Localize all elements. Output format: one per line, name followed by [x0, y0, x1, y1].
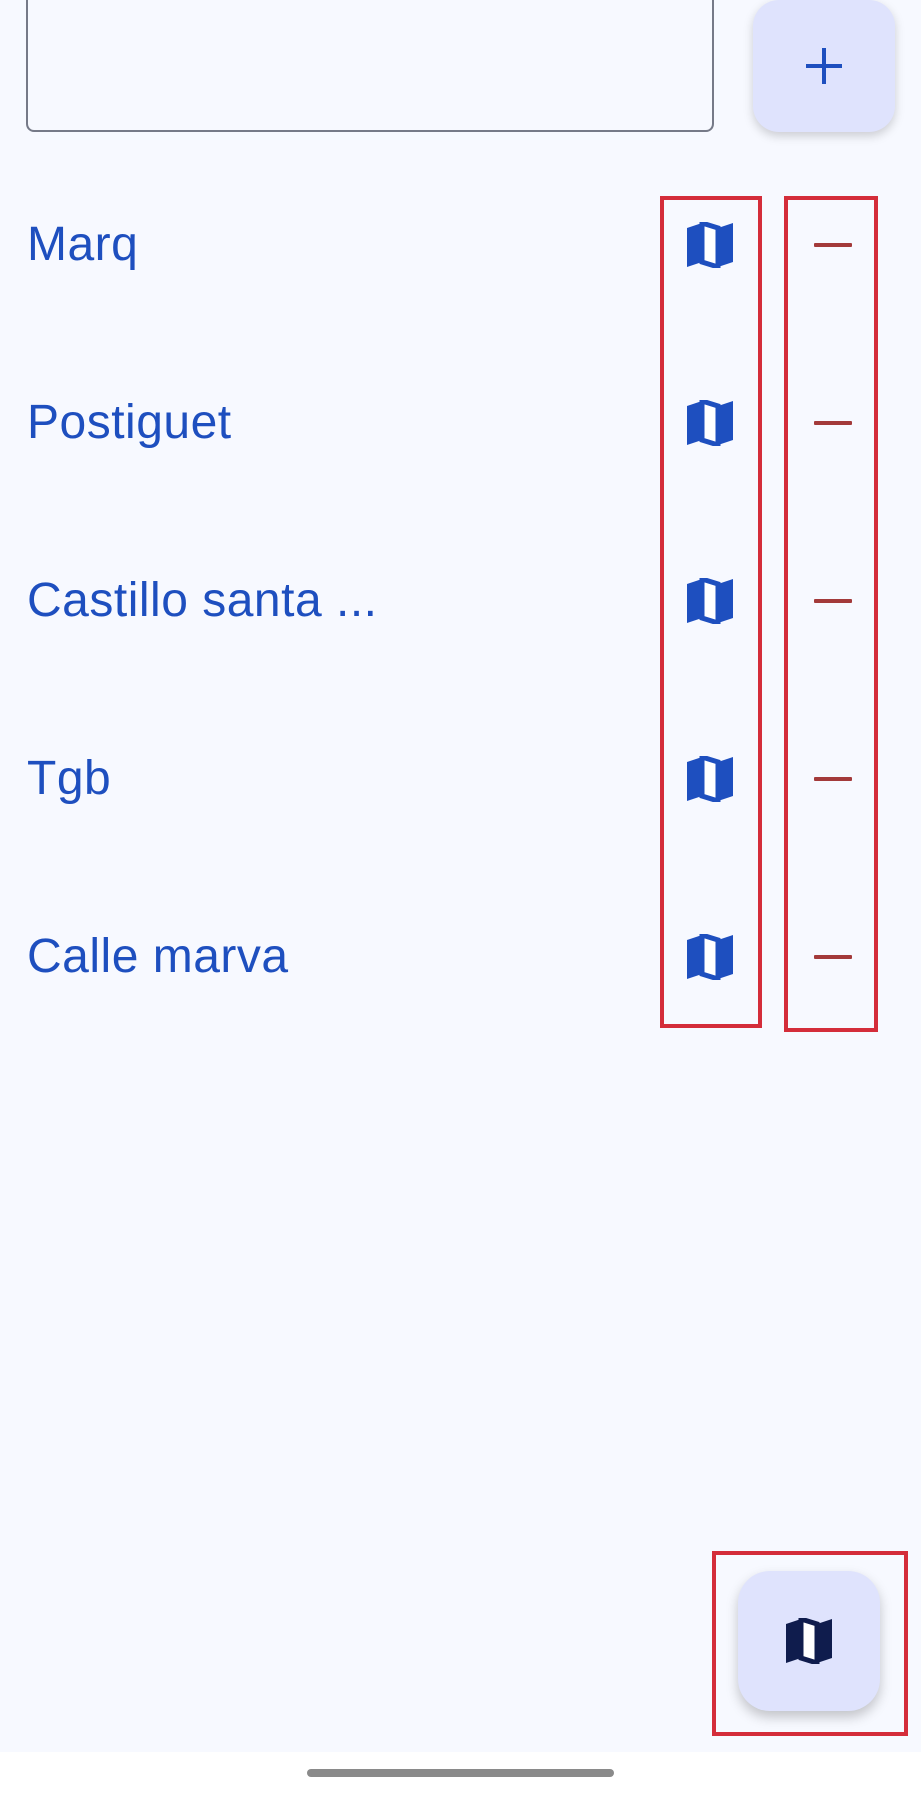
remove-button[interactable] — [793, 383, 873, 463]
remove-button[interactable] — [793, 739, 873, 819]
search-input[interactable] — [26, 0, 714, 132]
list-item: Postiguet — [0, 334, 921, 512]
map-icon — [687, 578, 733, 624]
map-icon — [687, 756, 733, 802]
open-map-button[interactable] — [670, 917, 750, 997]
open-map-button[interactable] — [670, 561, 750, 641]
minus-icon — [814, 243, 852, 247]
list-item-label: Marq — [27, 218, 139, 271]
open-map-button[interactable] — [670, 383, 750, 463]
list-item: Marq — [0, 156, 921, 334]
plus-icon — [806, 48, 842, 84]
minus-icon — [814, 599, 852, 603]
list-item-label: Tgb — [27, 752, 112, 805]
home-indicator[interactable] — [307, 1769, 614, 1777]
minus-icon — [814, 421, 852, 425]
list-item-label: Calle marva — [27, 930, 289, 983]
minus-icon — [814, 777, 852, 781]
list-item: Tgb — [0, 690, 921, 868]
add-button[interactable] — [753, 0, 895, 132]
map-fab[interactable] — [738, 1571, 880, 1711]
map-icon — [786, 1618, 832, 1664]
list-item-label: Postiguet — [27, 396, 232, 449]
list-item: Calle marva — [0, 868, 921, 1046]
map-icon — [687, 934, 733, 980]
remove-button[interactable] — [793, 205, 873, 285]
remove-button[interactable] — [793, 561, 873, 641]
open-map-button[interactable] — [670, 205, 750, 285]
open-map-button[interactable] — [670, 739, 750, 819]
map-icon — [687, 222, 733, 268]
map-icon — [687, 400, 733, 446]
list-item-label: Castillo santa ... — [27, 574, 378, 627]
list-item: Castillo santa ... — [0, 512, 921, 690]
minus-icon — [814, 955, 852, 959]
remove-button[interactable] — [793, 917, 873, 997]
